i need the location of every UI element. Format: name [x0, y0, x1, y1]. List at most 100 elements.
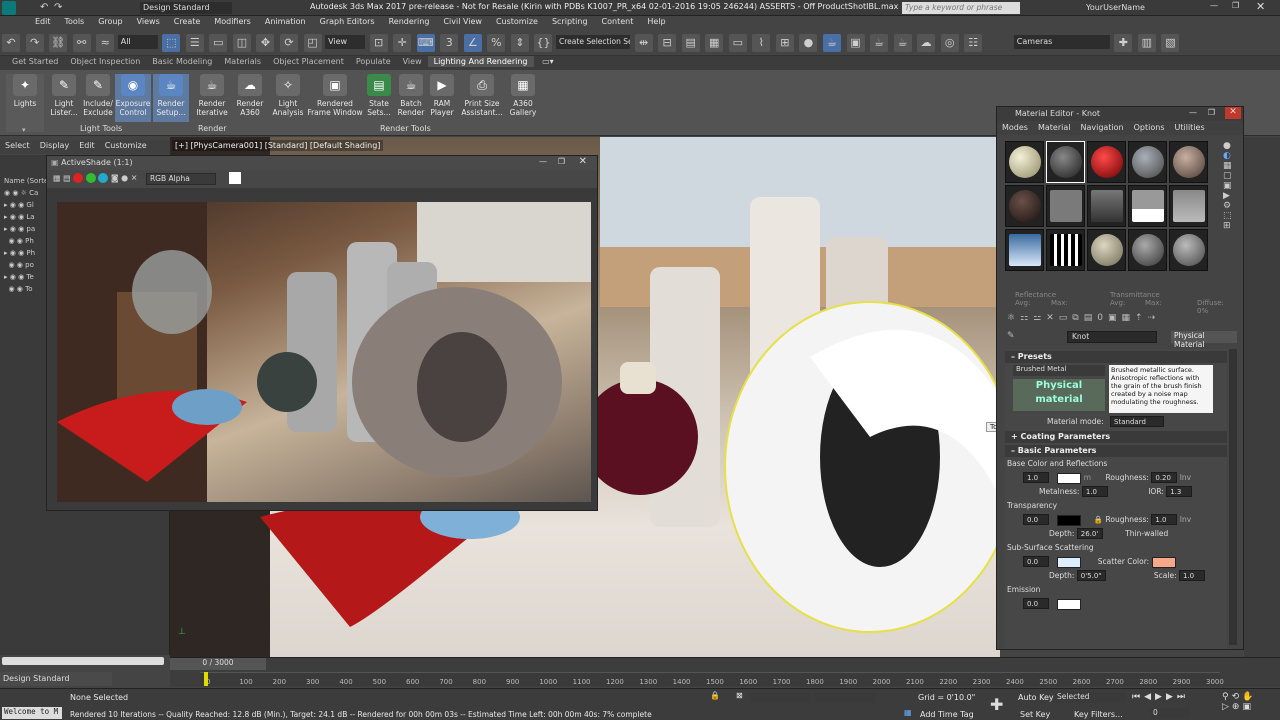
undo-icon[interactable]: ↶	[40, 2, 48, 13]
material-map-navigator-icon[interactable]: ⊞	[1223, 221, 1239, 231]
snaps-toggle-icon[interactable]: 3	[440, 34, 459, 52]
y-coordinate-field[interactable]	[815, 692, 875, 703]
percent-snap-icon[interactable]: %	[487, 34, 506, 52]
presets-dropdown[interactable]: Brushed Metal	[1013, 365, 1105, 376]
tab-view[interactable]: View	[397, 56, 428, 67]
show-shaded-icon[interactable]: ▣	[1108, 313, 1122, 323]
red-channel-icon[interactable]	[73, 173, 84, 183]
options-icon[interactable]: ⚙	[1223, 201, 1239, 211]
thin-walled-checkbox[interactable]: Thin-walled	[1125, 529, 1168, 538]
maxscript-listener[interactable]: Welcome to M	[2, 707, 62, 719]
background-icon[interactable]: ▦	[1223, 161, 1239, 171]
close-icon[interactable]: ✕	[579, 156, 587, 167]
walkthrough-icon[interactable]: ⊕	[1232, 702, 1243, 712]
menu-customize[interactable]: Customize	[100, 140, 152, 151]
sss-weight-spinner[interactable]: 0.0	[1023, 556, 1049, 567]
pivot-icon[interactable]: ⊡	[369, 34, 388, 52]
workspace-status[interactable]: Design Standard	[0, 672, 112, 686]
sample-slot[interactable]	[1169, 229, 1208, 271]
redo-icon[interactable]: ↷	[54, 2, 62, 13]
save-image-icon[interactable]: ▦	[53, 174, 61, 183]
tab-lighting-and-rendering[interactable]: Lighting And Rendering	[427, 56, 534, 67]
green-channel-icon[interactable]	[85, 173, 96, 183]
print-size-assistant-button[interactable]: ⎙ Print Size Assistant...	[460, 74, 504, 117]
pan-icon[interactable]: ✋	[1242, 692, 1256, 702]
key-filters-button[interactable]: Key Filters...	[1074, 710, 1123, 719]
menu-content[interactable]: Content	[595, 16, 641, 27]
lock-selection-icon[interactable]: 🔒	[710, 691, 720, 700]
toggle-scene-explorer-icon[interactable]: ▤	[681, 34, 700, 52]
base-map-button[interactable]: m	[1084, 473, 1091, 482]
toggle-ribbon-icon[interactable]: ▭	[728, 34, 747, 52]
sample-slot[interactable]	[1005, 141, 1044, 183]
ior-spinner[interactable]: 1.3	[1166, 486, 1193, 497]
set-key-button[interactable]: Set Key	[1020, 710, 1050, 719]
angle-snap-icon[interactable]: ∠	[463, 34, 482, 52]
rendered-frame-window-button[interactable]: ▣ Rendered Frame Window	[306, 74, 364, 117]
menu-graph-editors[interactable]: Graph Editors	[313, 16, 382, 27]
put-to-library-icon[interactable]: ▤	[1084, 313, 1098, 323]
menu-help[interactable]: Help	[640, 16, 672, 27]
sample-slot[interactable]	[1128, 185, 1167, 227]
maximize-viewport-icon[interactable]: ▣	[1242, 702, 1254, 712]
state-sets-button[interactable]: ▤ State Sets...	[362, 74, 396, 117]
pick-material-icon[interactable]: ✎	[1007, 331, 1015, 341]
layer-icon[interactable]: ▥	[1137, 34, 1156, 52]
tab-object-inspection[interactable]: Object Inspection	[64, 56, 146, 67]
tab-basic-modeling[interactable]: Basic Modeling	[146, 56, 218, 67]
spinner-snap-icon[interactable]: ⇕	[510, 34, 529, 52]
render-iterative-icon[interactable]: ☕	[893, 34, 912, 52]
maximize-icon[interactable]: ❐	[1208, 108, 1215, 117]
make-copy-icon[interactable]: ▭	[1059, 313, 1073, 323]
render-iterative-button[interactable]: ☕ Render Iterative	[192, 74, 232, 117]
rotate-icon[interactable]: ⟳	[280, 34, 299, 52]
keyboard-shortcut-icon[interactable]: ⌨	[416, 34, 435, 52]
rendered-frame-window-icon[interactable]: ▣	[846, 34, 865, 52]
background-color-swatch[interactable]	[228, 172, 241, 184]
select-by-name-icon[interactable]: ☰	[185, 34, 204, 52]
minimize-icon[interactable]: —	[1189, 108, 1197, 117]
previous-frame-icon[interactable]: ◀	[1144, 692, 1155, 702]
sample-slot[interactable]	[1005, 229, 1044, 271]
put-to-scene-icon[interactable]: ⚏	[1020, 313, 1033, 323]
sample-slot[interactable]	[1087, 229, 1126, 271]
render-setup-button[interactable]: ☕ Render Setup...	[153, 74, 189, 122]
menu-civil-view[interactable]: Civil View	[436, 16, 489, 27]
material-mode-dropdown[interactable]: Standard	[1110, 416, 1165, 427]
current-frame-field[interactable]: 0	[1150, 708, 1190, 719]
emission-color-swatch[interactable]	[1057, 598, 1082, 610]
get-material-icon[interactable]: ⚛	[1007, 313, 1020, 323]
sample-slot[interactable]	[1046, 141, 1085, 183]
rectangular-selection-icon[interactable]: ▭	[209, 34, 228, 52]
viewport-label[interactable]: [+] [PhysCamera001] [Standard] [Default …	[172, 140, 384, 151]
bind-space-warp-icon[interactable]: ≈	[96, 34, 115, 52]
video-color-check-icon[interactable]: ▣	[1223, 181, 1239, 191]
lock-icon[interactable]: 🔒	[1094, 515, 1103, 524]
material-type-button[interactable]: Physical Material	[1171, 331, 1237, 349]
auto-key-button[interactable]: Auto Key	[1018, 693, 1054, 702]
field-of-view-icon[interactable]: ▷	[1222, 702, 1232, 712]
presets-rollout-header[interactable]: – Presets	[1005, 351, 1227, 363]
schematic-view-icon[interactable]: ⊞	[775, 34, 794, 52]
transparency-roughness-spinner[interactable]: 1.0	[1151, 514, 1178, 525]
sample-slot[interactable]	[1046, 229, 1085, 271]
make-unique-icon[interactable]: ⧉	[1072, 313, 1083, 323]
menu-edit[interactable]: Edit	[28, 16, 58, 27]
reset-map-icon[interactable]: ✕	[1046, 313, 1059, 323]
transparency-color-swatch[interactable]	[1057, 514, 1082, 526]
app-logo-icon[interactable]	[2, 1, 16, 15]
render-a360-button[interactable]: ☁ Render A360	[230, 74, 270, 117]
maximize-icon[interactable]: ❐	[1232, 1, 1239, 10]
ribbon-collapse-icon[interactable]: ▾	[22, 126, 26, 134]
tab-populate[interactable]: Populate	[350, 56, 397, 67]
assign-to-selection-icon[interactable]: ⚍	[1033, 313, 1046, 323]
ribbon-options-icon[interactable]: ▭▾	[536, 56, 560, 67]
move-icon[interactable]: ✥	[256, 34, 275, 52]
sss-scale-spinner[interactable]: 1.0	[1179, 570, 1205, 581]
go-to-start-icon[interactable]: ⏮	[1132, 692, 1144, 702]
material-editor-scrollbar[interactable]	[1229, 349, 1237, 645]
add-time-tag[interactable]: Add Time Tag	[920, 710, 974, 719]
menu-utilities[interactable]: Utilities	[1170, 121, 1210, 134]
select-manipulate-icon[interactable]: ✛	[393, 34, 412, 52]
coating-rollout-header[interactable]: + Coating Parameters	[1005, 431, 1227, 443]
